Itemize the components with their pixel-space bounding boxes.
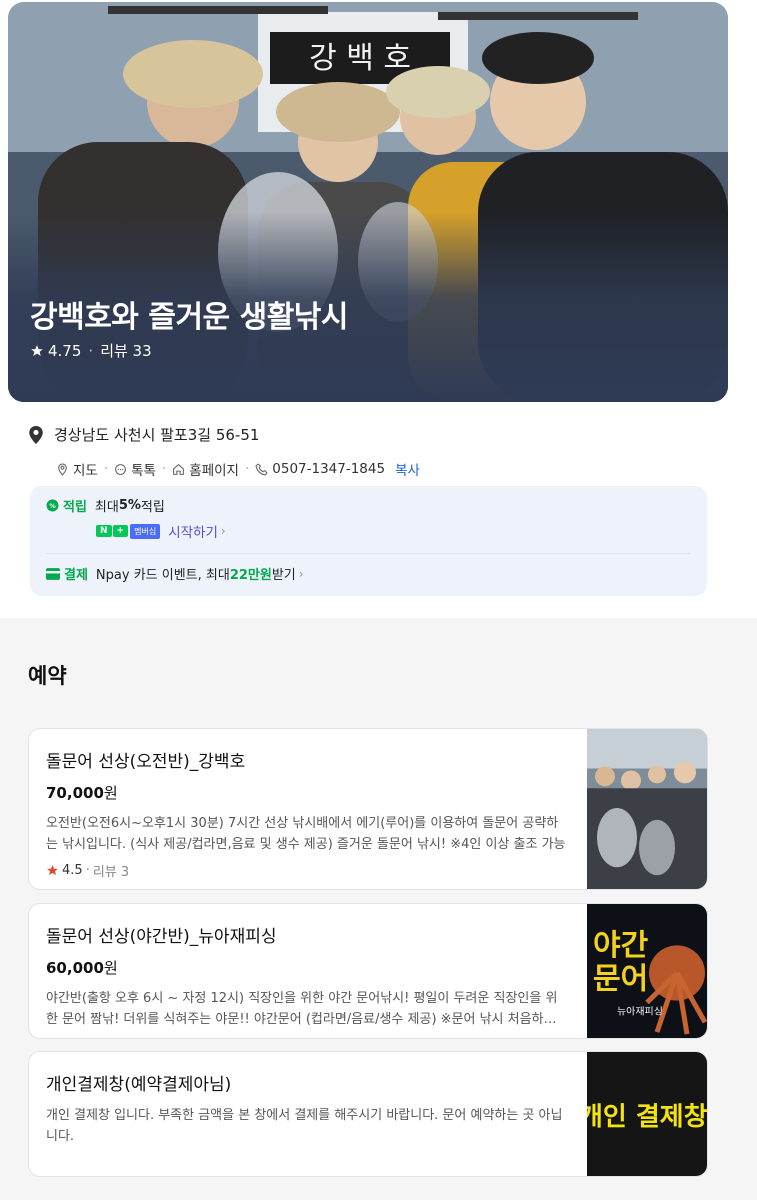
percent-circle-icon: % (46, 499, 59, 512)
contact-links: 지도 · 톡톡 · 홈페이지 · 0507-1347-1845 복사 (56, 459, 708, 479)
item-price: 70,000원 (46, 782, 568, 803)
svg-text:%: % (49, 502, 56, 510)
plus-badge: + (112, 525, 129, 537)
separator-dot: · (103, 461, 109, 477)
thumb-title-line1: 야간 (593, 928, 648, 963)
item-rating-row: 4.5 · 리뷰 3 (46, 861, 568, 880)
points-text-pre: 최대 (94, 500, 119, 515)
map-pin-icon (58, 463, 67, 476)
card-icon (46, 567, 60, 580)
talk-link[interactable]: 톡톡 (131, 459, 156, 479)
chevron-right-icon: › (220, 524, 226, 538)
payment-amount: 22만원 (229, 568, 272, 583)
star-icon (31, 344, 43, 356)
item-name: 돌문어 선상(오전반)_강백호 (46, 752, 246, 772)
membership-row: N + 멤버십 시작하기 › (96, 521, 691, 541)
price-value: 70,000 (46, 784, 104, 802)
review-count-link[interactable]: 리뷰 33 (100, 340, 151, 361)
copy-phone-button[interactable]: 복사 (395, 459, 420, 479)
thumb-title-line2: 문어 (593, 962, 648, 997)
boat-sign: 강 백 호 (309, 41, 411, 76)
map-link[interactable]: 지도 (73, 459, 98, 479)
hero-image[interactable]: 강 백 호 강백호와 즐거운 생활낚시 4.75 · 리뷰 33 (8, 2, 728, 402)
address-row: 경상남도 사천시 팔포3길 56-51 (28, 424, 708, 445)
naver-n-badge: N (96, 525, 112, 537)
home-icon (173, 463, 185, 475)
rating-value: 4.75 (48, 341, 82, 360)
reservation-item-card[interactable]: 개인결제창(예약결제아님) 개인 결제창 입니다. 부족한 금액을 본 창에서 … (28, 1051, 708, 1177)
payment-row[interactable]: 결제 Npay 카드 이벤트, 최대 22만원 받기 › (46, 564, 691, 583)
separator-dot: · (85, 863, 90, 878)
thumb-brand: 뉴아재피싱 (617, 1005, 663, 1017)
star-icon (47, 865, 58, 876)
item-description: 오전반(오전6시~오후1시 30분) 7시간 선상 낚시배에서 에기(루어)를 … (46, 816, 566, 852)
card-content: 개인결제창(예약결제아님) 개인 결제창 입니다. 부족한 금액을 본 창에서 … (46, 1070, 568, 1147)
payment-text-post: 받기 (271, 568, 296, 583)
divider (46, 553, 691, 554)
place-info: 경상남도 사천시 팔포3길 56-51 지도 · 톡톡 · 홈페이지 · 050… (28, 424, 708, 479)
membership-start-link[interactable]: 시작하기 (168, 521, 218, 541)
address-text: 경상남도 사천시 팔포3길 56-51 (54, 426, 260, 444)
item-thumbnail: 개인 결제창 (587, 1052, 707, 1176)
points-rate: 5% (118, 498, 141, 513)
location-pin-icon (29, 425, 43, 444)
homepage-link[interactable]: 홈페이지 (189, 459, 239, 479)
hero-rating-row: 4.75 · 리뷰 33 (30, 340, 152, 361)
reservation-item-card[interactable]: 돌문어 선상(야간반)_뉴아재피싱 60,000원 야간반(출항 오후 6시 ~… (28, 903, 708, 1039)
reservation-title: 예약 (28, 664, 67, 688)
payment-text-pre: Npay 카드 이벤트, 최대 (95, 568, 230, 583)
separator-dot: · (161, 461, 167, 477)
price-unit: 원 (103, 959, 118, 977)
item-thumbnail: 야간 문어 뉴아재피싱 (587, 904, 707, 1038)
phone-number[interactable]: 0507-1347-1845 (272, 461, 385, 477)
points-text-post: 적립 (140, 500, 165, 515)
item-description: 개인 결제창 입니다. 부족한 금액을 본 창에서 결제를 해주시기 바랍니다.… (46, 1108, 563, 1144)
price-unit: 원 (103, 784, 118, 802)
item-name: 돌문어 선상(야간반)_뉴아재피싱 (46, 927, 277, 947)
price-value: 60,000 (46, 959, 104, 977)
benefit-box: % 적립 최대 5% 적립 N + 멤버십 시작하기 › 결제 Npay 카드 … (30, 486, 707, 596)
card-content: 돌문어 선상(오전반)_강백호 70,000원 오전반(오전6시~오후1시 30… (46, 747, 568, 880)
points-label: 적립 (63, 500, 87, 515)
item-description: 야간반(출항 오후 6시 ~ 자정 12시) 직장인을 위한 야간 문어낚시! … (46, 991, 568, 1027)
reservation-item-card[interactable]: 돌문어 선상(오전반)_강백호 70,000원 오전반(오전6시~오후1시 30… (28, 728, 708, 890)
membership-badge: 멤버십 (130, 523, 161, 539)
item-price: 60,000원 (46, 957, 568, 978)
item-thumbnail (587, 729, 707, 889)
item-name: 개인결제창(예약결제아님) (46, 1075, 232, 1095)
card-content: 돌문어 선상(야간반)_뉴아재피싱 60,000원 야간반(출항 오후 6시 ~… (46, 922, 568, 1030)
separator-dot: · (244, 461, 250, 477)
talk-bubble-icon (115, 463, 127, 475)
separator-dot: · (88, 341, 94, 360)
chevron-right-icon: › (298, 566, 304, 581)
payment-label: 결제 (64, 568, 88, 583)
place-title: 강백호와 즐거운 생활낚시 (30, 300, 349, 335)
item-review-count: 리뷰 3 (92, 865, 130, 880)
item-rating: 4.5 (62, 863, 83, 878)
phone-icon (255, 462, 268, 475)
points-row: % 적립 최대 5% 적립 (46, 496, 691, 515)
thumb-text: 개인 결제창 (587, 1102, 707, 1132)
